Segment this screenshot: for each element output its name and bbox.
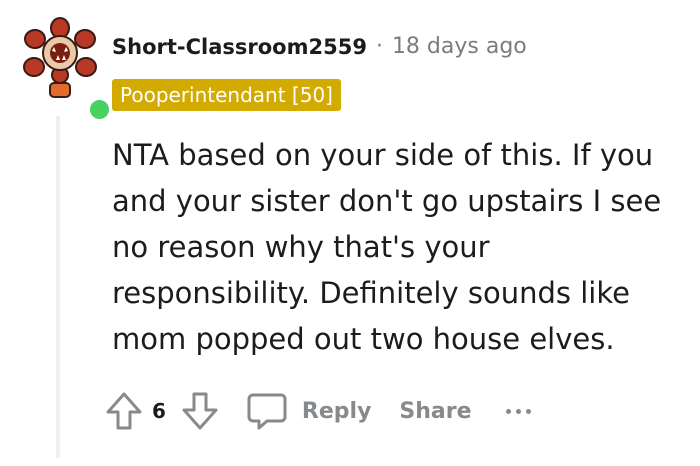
speech-bubble-icon: [246, 390, 288, 432]
share-button[interactable]: Share: [399, 399, 471, 424]
online-status-icon: [87, 97, 112, 122]
username-link[interactable]: Short-Classroom2559: [112, 30, 367, 64]
downvote-arrow-icon[interactable]: [180, 390, 220, 432]
upvote-arrow-icon[interactable]: [104, 390, 144, 432]
more-dots-icon[interactable]: [505, 408, 531, 414]
thread-line[interactable]: [56, 116, 60, 458]
user-avatar[interactable]: [20, 17, 112, 122]
reply-button[interactable]: Reply: [246, 390, 372, 432]
user-flair: Pooperintendant [50]: [112, 79, 341, 111]
comment-header: Short-Classroom2559 · 18 days ago: [112, 30, 527, 64]
comment-body: NTA based on your side of this. If you a…: [112, 138, 662, 356]
demogorgon-avatar-icon: [23, 17, 97, 98]
reply-label: Reply: [301, 398, 372, 424]
separator-dot: ·: [375, 34, 383, 59]
timestamp[interactable]: 18 days ago: [392, 30, 527, 64]
comment-actions: 6 Reply Share: [104, 386, 531, 436]
vote-count: 6: [152, 399, 166, 423]
